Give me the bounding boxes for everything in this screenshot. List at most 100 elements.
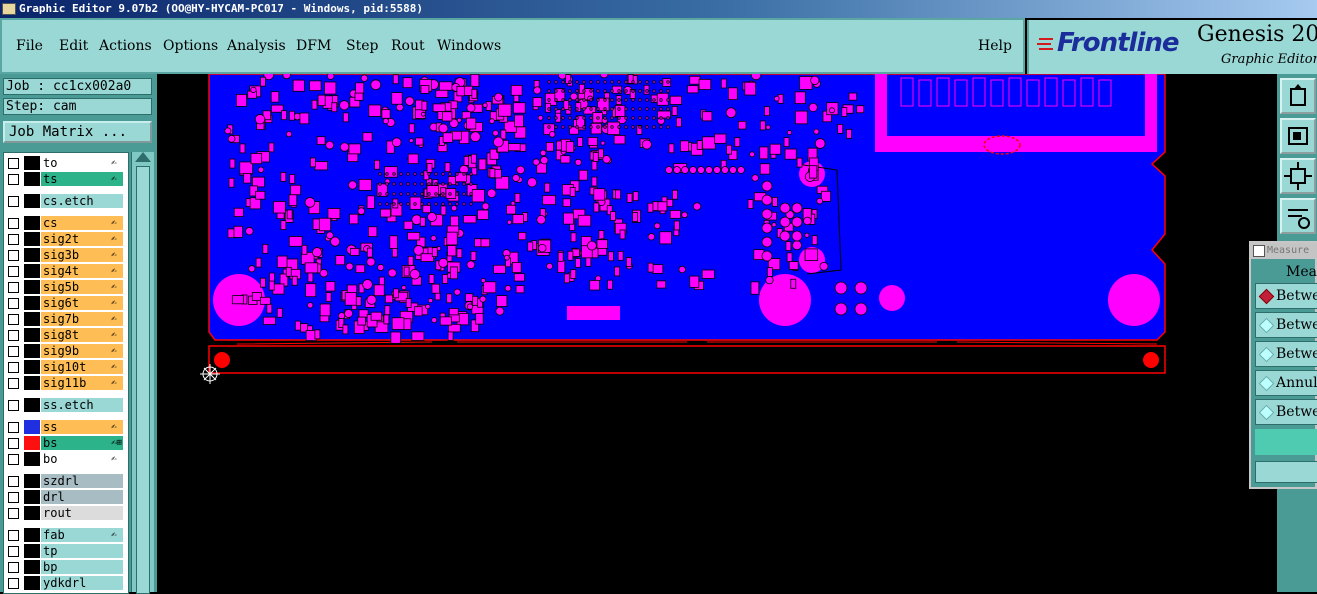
- layer-name[interactable]: ss.etch: [41, 398, 123, 412]
- radio-icon[interactable]: [1258, 346, 1275, 363]
- radio-icon[interactable]: [1258, 375, 1275, 392]
- layer-checkbox[interactable]: [8, 282, 19, 293]
- via: [370, 79, 382, 91]
- menu-analysis[interactable]: Analysis: [227, 38, 286, 54]
- menu-step[interactable]: Step: [346, 38, 378, 54]
- menu-rout[interactable]: Rout: [391, 38, 425, 54]
- layer-name[interactable]: szdrl: [41, 474, 123, 488]
- layer-row-cs-etch[interactable]: cs.etch: [4, 194, 128, 208]
- menu-file[interactable]: File: [16, 38, 43, 54]
- measure-action-button[interactable]: [1255, 461, 1317, 483]
- measure-option-4[interactable]: Annul: [1255, 370, 1317, 396]
- fit-view-button[interactable]: [1280, 158, 1316, 194]
- layer-checkbox[interactable]: [8, 492, 19, 503]
- job-matrix-button[interactable]: Job Matrix ...: [3, 121, 152, 143]
- layer-checkbox[interactable]: [8, 196, 19, 207]
- layer-checkbox[interactable]: [8, 330, 19, 341]
- menu-options[interactable]: Options: [163, 38, 218, 54]
- zoom-window-button[interactable]: [1280, 118, 1316, 154]
- measure-option-2[interactable]: Betwe: [1255, 312, 1317, 338]
- layer-row-bo[interactable]: bo ✍: [4, 452, 128, 466]
- layer-row-tp[interactable]: tp: [4, 544, 128, 558]
- layer-name[interactable]: tp: [41, 544, 123, 558]
- layer-row-drl[interactable]: drl: [4, 490, 128, 504]
- layer-checkbox[interactable]: [8, 298, 19, 309]
- layer-row-sig9b[interactable]: sig9b ✍: [4, 344, 128, 358]
- measure-option-5[interactable]: Betwe: [1255, 399, 1317, 425]
- layer-checkbox[interactable]: [8, 158, 19, 169]
- graphic-canvas[interactable]: [157, 74, 1277, 592]
- pcb-view[interactable]: [157, 74, 1277, 592]
- radio-icon[interactable]: [1258, 317, 1275, 334]
- layer-name[interactable]: bp: [41, 560, 123, 574]
- layer-row-bp[interactable]: bp: [4, 560, 128, 574]
- pad: [619, 229, 626, 240]
- layer-row-ss[interactable]: ss ✍: [4, 420, 128, 434]
- layer-checkbox[interactable]: [8, 250, 19, 261]
- layer-row-ss-etch[interactable]: ss.etch: [4, 398, 128, 412]
- pad: [613, 135, 626, 145]
- measure-option-3[interactable]: Betwe: [1255, 341, 1317, 367]
- pad: [570, 269, 577, 279]
- layer-row-ts[interactable]: ts ✍: [4, 172, 128, 186]
- menu-edit[interactable]: Edit: [59, 38, 88, 54]
- layer-name[interactable]: rout: [41, 506, 123, 520]
- radio-selected-icon[interactable]: [1258, 288, 1275, 305]
- layer-checkbox[interactable]: [8, 476, 19, 487]
- layer-row-ydkdrl[interactable]: ydkdrl: [4, 576, 128, 590]
- layer-checkbox[interactable]: [8, 362, 19, 373]
- layer-row-rout[interactable]: rout: [4, 506, 128, 520]
- measure-option-1[interactable]: Betwe: [1255, 283, 1317, 309]
- layer-checkbox[interactable]: [8, 218, 19, 229]
- layer-checkbox[interactable]: [8, 346, 19, 357]
- layer-checkbox[interactable]: [8, 562, 19, 573]
- menu-actions[interactable]: Actions: [99, 38, 152, 54]
- layer-row-sig11b[interactable]: sig11b ✍: [4, 376, 128, 390]
- layer-row-szdrl[interactable]: szdrl: [4, 474, 128, 488]
- layer-checkbox[interactable]: [8, 454, 19, 465]
- zoom-home-button[interactable]: [1280, 78, 1316, 114]
- layer-row-sig2t[interactable]: sig2t ✍: [4, 232, 128, 246]
- menu-windows[interactable]: Windows: [437, 38, 501, 54]
- layer-row-sig3b[interactable]: sig3b ✍: [4, 248, 128, 262]
- layer-checkbox[interactable]: [8, 546, 19, 557]
- pad: [295, 320, 301, 331]
- layer-checkbox[interactable]: [8, 508, 19, 519]
- layer-row-sig7b[interactable]: sig7b ✍: [4, 312, 128, 326]
- layer-checkbox[interactable]: [8, 400, 19, 411]
- layer-checkbox[interactable]: [8, 314, 19, 325]
- layer-name[interactable]: cs.etch: [41, 194, 123, 208]
- layer-checkbox[interactable]: [8, 174, 19, 185]
- layer-checkbox[interactable]: [8, 422, 19, 433]
- layer-checkbox[interactable]: [8, 530, 19, 541]
- layer-name[interactable]: drl: [41, 490, 123, 504]
- layer-row-bs[interactable]: bs ✍⊞: [4, 436, 128, 450]
- pad: [268, 280, 275, 291]
- layer-checkbox[interactable]: [8, 378, 19, 389]
- radio-icon[interactable]: [1258, 404, 1275, 421]
- tools-button[interactable]: [1280, 198, 1316, 234]
- layer-row-sig8t[interactable]: sig8t ✍: [4, 328, 128, 342]
- layer-row-sig5b[interactable]: sig5b ✍: [4, 280, 128, 294]
- menu-dfm[interactable]: DFM: [296, 38, 331, 54]
- layer-row-sig4t[interactable]: sig4t ✍: [4, 264, 128, 278]
- scroll-up-icon[interactable]: [135, 152, 151, 162]
- layer-row-fab[interactable]: fab ✍: [4, 528, 128, 542]
- layer-scrollbar[interactable]: [131, 152, 154, 594]
- close-icon[interactable]: [1253, 245, 1265, 257]
- pad: [411, 331, 425, 341]
- layer-row-to[interactable]: to ✍: [4, 156, 128, 170]
- layer-name[interactable]: ydkdrl: [41, 576, 123, 590]
- scroll-thumb[interactable]: [136, 166, 150, 594]
- layer-checkbox[interactable]: [8, 266, 19, 277]
- layer-row-sig6t[interactable]: sig6t ✍: [4, 296, 128, 310]
- layer-row-cs[interactable]: cs ✍: [4, 216, 128, 230]
- fiducial: [1143, 352, 1159, 368]
- layer-checkbox[interactable]: [8, 578, 19, 589]
- layer-checkbox[interactable]: [8, 438, 19, 449]
- menu-help[interactable]: Help: [978, 38, 1012, 54]
- layer-row-sig10t[interactable]: sig10t ✍: [4, 360, 128, 374]
- measure-dialog-title-bar[interactable]: Measure: [1251, 243, 1317, 259]
- layer-checkbox[interactable]: [8, 234, 19, 245]
- pad: [687, 85, 699, 94]
